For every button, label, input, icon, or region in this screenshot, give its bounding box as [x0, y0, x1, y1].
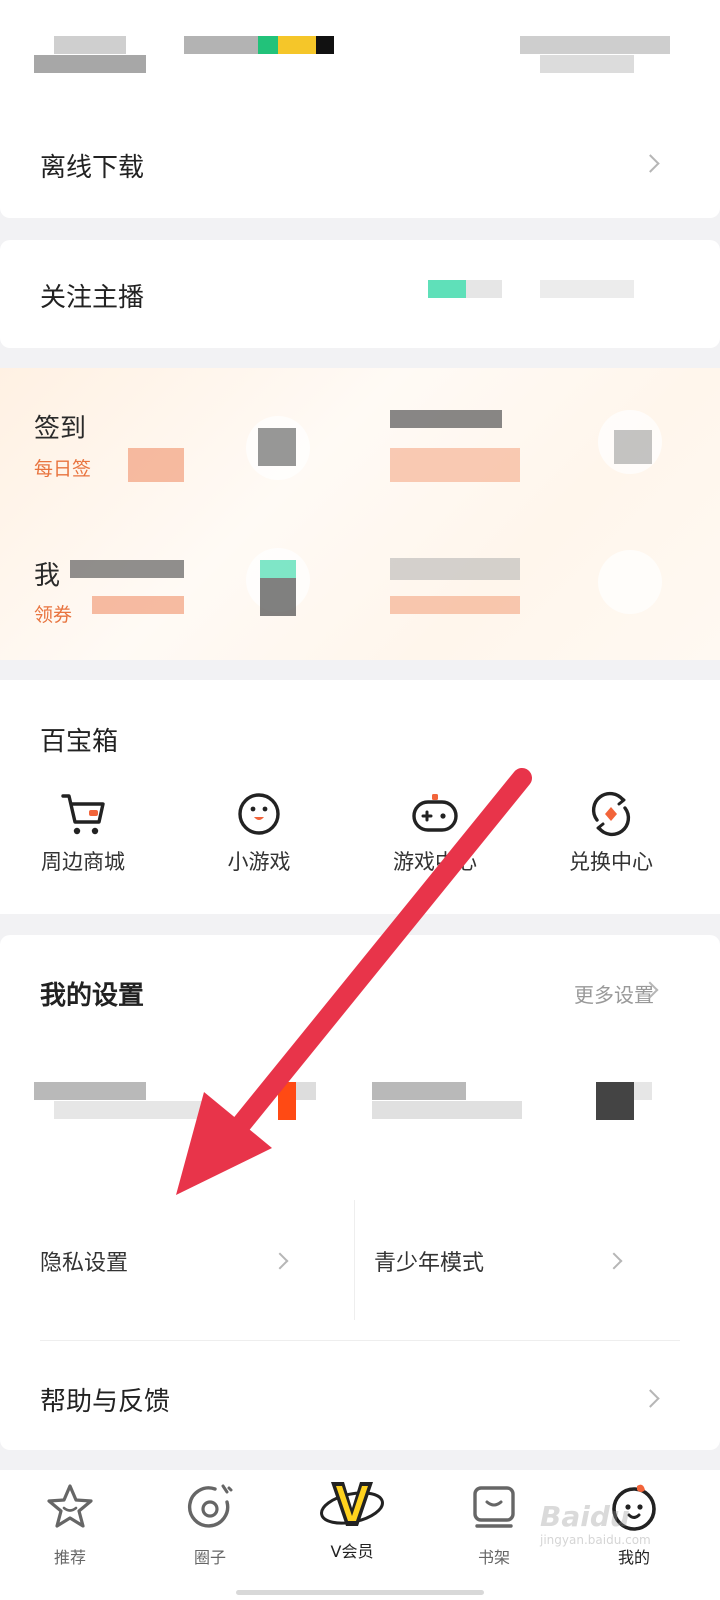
watermark-brand: Baidu [540, 1500, 630, 1533]
privacy-settings-label: 隐私设置 [40, 1251, 129, 1276]
tool-label: 周边商城 [41, 850, 125, 874]
top-card: 离线下载 [0, 0, 720, 218]
tasks-panel: 签到 每日签 我 领券 [0, 368, 720, 660]
tab-label: 书架 [477, 1548, 510, 1567]
star-icon [43, 1480, 97, 1534]
home-indicator[interactable] [236, 1590, 484, 1595]
tab-label: 推荐 [53, 1548, 86, 1567]
chevron-right-icon [605, 1252, 623, 1270]
more-settings-label: 更多设置 [574, 983, 654, 1007]
offline-download-label: 离线下载 [40, 153, 145, 183]
watermark-site: jingyan.baidu.com [540, 1533, 651, 1547]
tab-vip[interactable]: V会员 [292, 1480, 412, 1562]
my-task-title: 我 [34, 561, 61, 591]
treasure-box-card: 百宝箱 周边商城 小游戏 游戏中心 兑换中心 [0, 680, 720, 914]
tool-game-center[interactable]: 游戏中心 [360, 790, 510, 876]
follow-streamers-row[interactable]: 关注主播 [0, 240, 720, 348]
vip-icon [320, 1480, 384, 1534]
follow-streamers-label: 关注主播 [40, 283, 145, 313]
tab-recommend[interactable]: 推荐 [10, 1480, 130, 1568]
treasure-box-title: 百宝箱 [40, 727, 119, 757]
circle-icon [183, 1480, 237, 1534]
tab-label: 我的 [617, 1548, 650, 1567]
divider [40, 1340, 680, 1341]
tool-merch-store[interactable]: 周边商城 [8, 790, 158, 876]
exchange-icon [587, 790, 635, 838]
chevron-right-icon [641, 154, 660, 173]
tab-circle[interactable]: 圈子 [150, 1480, 270, 1568]
cart-icon [59, 790, 107, 838]
teen-mode-label: 青少年模式 [374, 1251, 485, 1276]
blurred-avatar [428, 280, 466, 298]
my-settings-title: 我的设置 [40, 981, 145, 1011]
tab-bookshelf[interactable]: 书架 [434, 1480, 554, 1568]
tool-label: 游戏中心 [393, 850, 477, 874]
task-thumbnail [598, 550, 662, 614]
blurred-avatar [540, 280, 634, 298]
chevron-right-icon [641, 1389, 660, 1408]
chevron-right-icon [271, 1252, 289, 1270]
tool-mini-games[interactable]: 小游戏 [184, 790, 334, 876]
checkin-subtitle: 每日签 [34, 458, 92, 480]
tool-label: 兑换中心 [569, 850, 653, 874]
checkin-title: 签到 [34, 414, 87, 444]
tool-exchange-center[interactable]: 兑换中心 [536, 790, 686, 876]
bookshelf-icon [467, 1480, 521, 1534]
divider [354, 1200, 355, 1320]
help-feedback-label: 帮助与反馈 [40, 1387, 171, 1417]
gamepad-icon [411, 790, 459, 838]
tab-label: 圈子 [193, 1548, 226, 1567]
my-settings-card: 我的设置 更多设置 隐私设置 青少年模式 帮助与反馈 [0, 935, 720, 1450]
blurred-avatar [466, 280, 502, 298]
tab-label: V会员 [330, 1542, 374, 1561]
tool-label: 小游戏 [227, 850, 291, 874]
penguin-icon [235, 790, 283, 838]
coupon-subtitle: 领券 [34, 604, 73, 626]
